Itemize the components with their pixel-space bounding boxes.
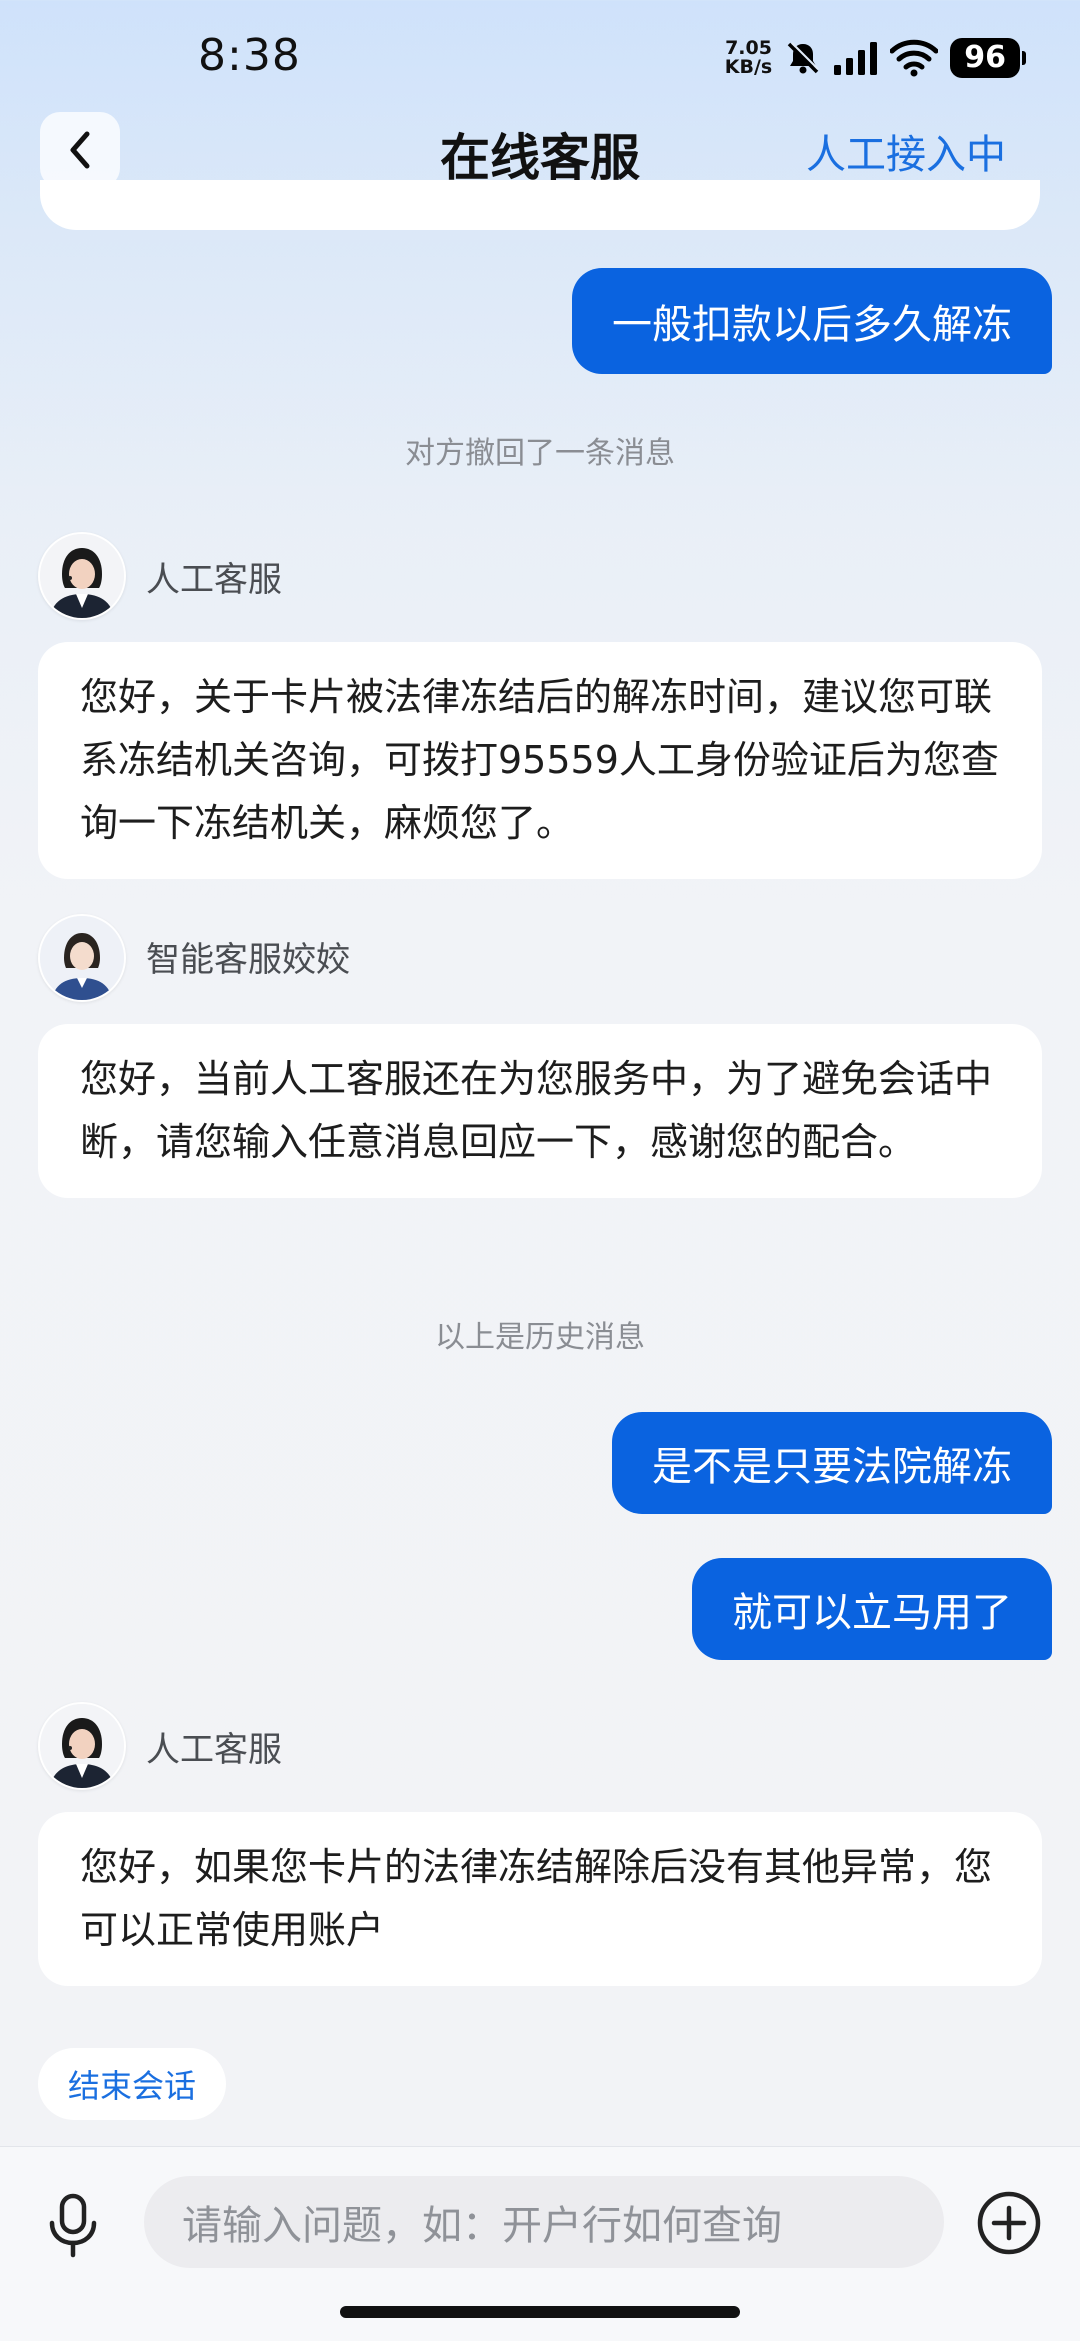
sender-name: 人工客服: [146, 560, 282, 600]
mute-bell-icon: [788, 42, 819, 74]
plus-circle-icon: [977, 2191, 1041, 2255]
sender-name: 智能客服姣姣: [146, 940, 350, 980]
agent-avatar: [38, 532, 126, 620]
incoming-message[interactable]: 您好，关于卡片被法律冻结后的解冻时间，建议您可联系冻结机关咨询，可拨打95559…: [38, 642, 1042, 879]
message-input[interactable]: 请输入问题，如：开户行如何查询: [144, 2176, 944, 2268]
end-session-button[interactable]: 结束会话: [38, 2048, 227, 2120]
outgoing-message[interactable]: 就可以立马用了: [692, 1558, 1052, 1660]
battery-icon: 96: [950, 38, 1026, 78]
outgoing-message[interactable]: 是不是只要法院解冻: [612, 1412, 1052, 1514]
agent-status-label: 人工接入中: [806, 132, 1006, 178]
wifi-icon: [890, 39, 939, 77]
outgoing-message[interactable]: 一般扣款以后多久解冻: [572, 268, 1052, 374]
network-speed: 7.05 KB/s: [724, 37, 773, 78]
status-time: 8:38: [198, 30, 301, 81]
previous-message-card: [40, 180, 1040, 230]
incoming-message[interactable]: 您好，当前人工客服还在为您服务中，为了避免会话中断，请您输入任意消息回应一下，感…: [38, 1024, 1042, 1198]
more-actions-button[interactable]: [976, 2190, 1042, 2256]
microphone-icon: [49, 2193, 97, 2258]
agent-avatar: [38, 1702, 126, 1790]
status-icons: 7.05 KB/s 96: [724, 36, 1026, 80]
signal-icon: [834, 42, 878, 75]
history-divider: 以上是历史消息: [435, 1320, 645, 1355]
incoming-message[interactable]: 您好，如果您卡片的法律冻结解除后没有其他异常，您可以正常使用账户: [38, 1812, 1042, 1986]
sender-name: 人工客服: [146, 1730, 282, 1770]
recalled-notice: 对方撤回了一条消息: [405, 436, 675, 471]
home-indicator: [340, 2306, 740, 2318]
voice-input-button[interactable]: [38, 2186, 108, 2266]
bot-avatar: [38, 914, 126, 1002]
